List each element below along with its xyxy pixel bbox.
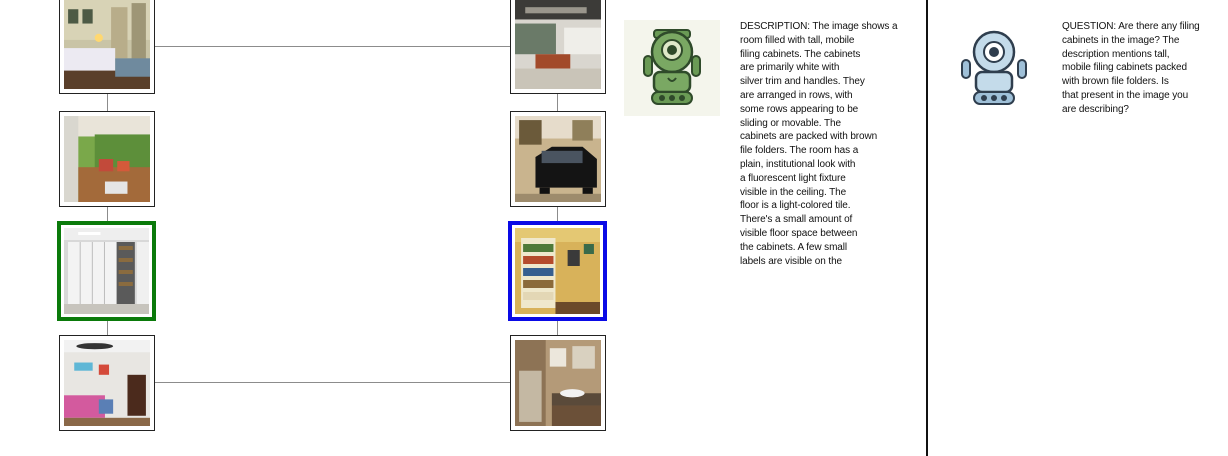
connector-right-2 xyxy=(557,206,558,222)
description-line: file folders. The room has a xyxy=(740,145,859,157)
description-line: are arranged in rows, with xyxy=(740,89,853,101)
bathroom-photo[interactable] xyxy=(510,335,606,431)
connector-top xyxy=(154,46,511,47)
image-graph xyxy=(0,0,610,456)
question-line: QUESTION: Are there any filing xyxy=(1062,21,1200,32)
description-line: a fluorescent light fixture xyxy=(740,172,846,184)
question-line: mobile filing cabinets packed xyxy=(1062,62,1187,74)
description-line: filing cabinets. The cabinets xyxy=(740,48,861,60)
blue-robot-icon xyxy=(958,26,1030,110)
patio-deck-photo[interactable] xyxy=(59,111,155,207)
panel-divider xyxy=(926,0,928,456)
bedroom-hallway-photo[interactable] xyxy=(59,0,155,94)
description-line: plain, institutional look with xyxy=(740,158,856,170)
connector-left-3 xyxy=(107,320,108,336)
question-line: with brown file folders. Is xyxy=(1062,76,1169,88)
connector-left-1 xyxy=(107,94,108,112)
office-lobby-photo[interactable] xyxy=(510,0,606,94)
connector-bottom xyxy=(154,382,511,383)
description-line: visible floor space between xyxy=(740,227,858,239)
description-line: DESCRIPTION: The image shows a xyxy=(740,21,898,32)
question-line: cabinets in the image? The xyxy=(1062,34,1180,46)
description-line: labels are visible on the xyxy=(740,255,843,267)
description-line: some rows appearing to be xyxy=(740,103,859,115)
description-line: room filled with tall, mobile xyxy=(740,34,855,46)
description-line: floor is a light-colored tile. xyxy=(740,200,851,212)
description-line: sliding or movable. The xyxy=(740,117,841,129)
connector-right-1 xyxy=(557,94,558,112)
description-line: silver trim and handles. They xyxy=(740,76,865,88)
garage-car-photo[interactable] xyxy=(510,111,606,207)
question-line: description mentions tall, xyxy=(1062,48,1170,60)
questioner-text: QUESTION: Are there any filing cabinets … xyxy=(1062,20,1226,117)
bookshelf-room-photo[interactable] xyxy=(508,221,607,321)
green-robot-icon xyxy=(624,20,720,116)
description-line: the cabinets. A few small xyxy=(740,241,848,253)
filing-cabinet-room-photo[interactable] xyxy=(57,221,156,321)
connector-right-3 xyxy=(557,320,558,336)
description-line: are primarily white with xyxy=(740,62,840,74)
kids-bedroom-photo[interactable] xyxy=(59,335,155,431)
description-line: visible in the ceiling. The xyxy=(740,186,847,198)
question-line: that present in the image you xyxy=(1062,89,1189,101)
description-line: cabinets are packed with brown xyxy=(740,131,878,143)
description-line: There's a small amount of xyxy=(740,214,853,226)
connector-left-2 xyxy=(107,206,108,222)
describer-text: DESCRIPTION: The image shows a room fill… xyxy=(740,20,916,268)
question-line: are describing? xyxy=(1062,103,1129,115)
